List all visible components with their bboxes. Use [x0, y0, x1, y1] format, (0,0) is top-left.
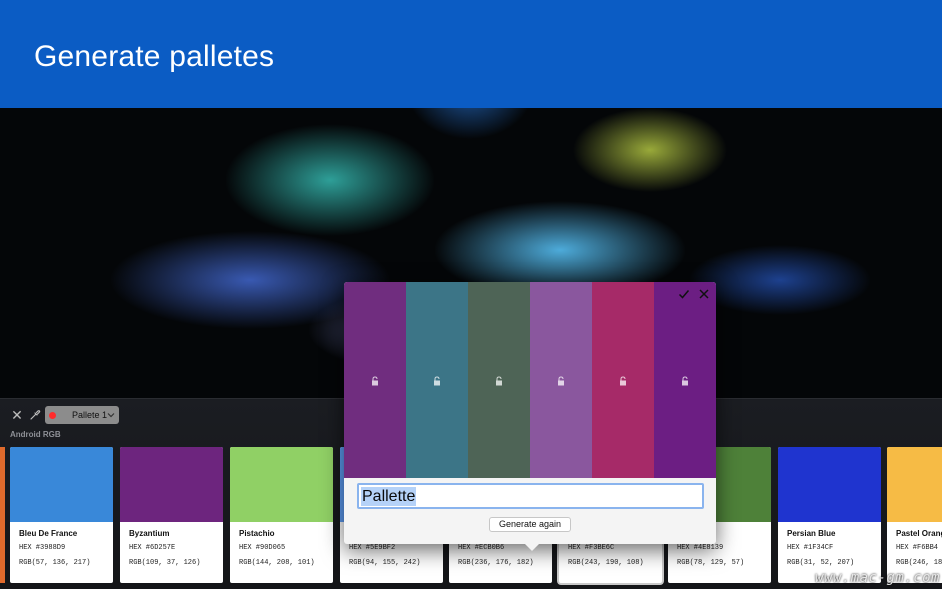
palette-color-column[interactable] — [344, 282, 406, 478]
color-rgb: RGB(78, 129, 57) — [677, 559, 745, 567]
generate-palette-dialog: Pallette Generate again — [344, 282, 716, 544]
color-swatch — [778, 447, 881, 522]
color-rgb: RGB(246, 18 — [896, 559, 942, 567]
lock-icon[interactable] — [371, 376, 379, 386]
color-name: Pastel Orang — [896, 529, 942, 538]
color-card[interactable]: Persian Blue HEX #1F34CF RGB(31, 52, 207) — [778, 447, 881, 583]
watermark: www.mac-gm.com — [814, 570, 940, 586]
close-icon[interactable]: ✕ — [11, 408, 23, 422]
color-name: Pistachio — [239, 529, 275, 538]
palette-color-column[interactable] — [406, 282, 468, 478]
color-card[interactable]: Bleu De France HEX #3988D9 RGB(57, 136, 21… — [10, 447, 113, 583]
close-icon[interactable] — [698, 288, 710, 300]
palette-color-column[interactable] — [592, 282, 654, 478]
palette-select-value: Pallete 1 — [72, 410, 108, 420]
app-window: Generate palletes ✕ Pallete 1 Android RG… — [0, 0, 942, 589]
partial-color-card[interactable] — [0, 447, 5, 583]
color-hex: HEX #6D257E — [129, 544, 176, 552]
palette-color-dot — [49, 411, 56, 419]
color-hex: HEX #F6BB4 — [896, 544, 939, 552]
palette-color-column[interactable] — [468, 282, 530, 478]
color-swatch — [887, 447, 942, 522]
color-hex: HEX #1F34CF — [787, 544, 834, 552]
color-rgb: RGB(236, 176, 182) — [458, 559, 534, 567]
color-hex: HEX #5E9BF2 — [349, 544, 396, 552]
color-rgb: RGB(57, 136, 217) — [19, 559, 91, 567]
color-rgb: RGB(109, 37, 126) — [129, 559, 201, 567]
palette-color-column[interactable] — [654, 282, 716, 478]
color-hex: HEX #4E8139 — [677, 544, 724, 552]
palette-swatches — [344, 282, 716, 478]
chevron-down-icon — [107, 413, 115, 418]
color-hex: HEX #3988D9 — [19, 544, 66, 552]
color-card[interactable]: Byzantium HEX #6D257E RGB(109, 37, 126) — [120, 447, 223, 583]
color-mode-label: Android RGB — [10, 430, 61, 439]
color-name: Byzantium — [129, 529, 170, 538]
lock-icon[interactable] — [619, 376, 627, 386]
color-hex: HEX #90D065 — [239, 544, 286, 552]
lock-icon[interactable] — [433, 376, 441, 386]
eyedropper-icon[interactable] — [29, 409, 41, 421]
header-banner: Generate palletes — [0, 0, 942, 108]
check-icon[interactable] — [678, 288, 690, 300]
color-name: Persian Blue — [787, 529, 836, 538]
color-hex: HEX #F3BE6C — [568, 544, 615, 552]
color-rgb: RGB(31, 52, 207) — [787, 559, 855, 567]
dialog-pointer — [525, 544, 539, 551]
page-title: Generate palletes — [34, 40, 275, 73]
color-hex: HEX #ECB0B6 — [458, 544, 505, 552]
color-swatch — [230, 447, 333, 522]
lock-icon[interactable] — [495, 376, 503, 386]
color-card[interactable]: Pastel Orang HEX #F6BB4 RGB(246, 18 — [887, 447, 942, 583]
palette-select[interactable]: Pallete 1 — [45, 406, 119, 424]
color-card[interactable]: Pistachio HEX #90D065 RGB(144, 208, 101) — [230, 447, 333, 583]
color-swatch — [10, 447, 113, 522]
color-name: Bleu De France — [19, 529, 78, 538]
color-rgb: RGB(243, 190, 108) — [568, 559, 644, 567]
palette-color-column[interactable] — [530, 282, 592, 478]
color-swatch — [120, 447, 223, 522]
color-rgb: RGB(144, 208, 101) — [239, 559, 315, 567]
generate-again-button[interactable]: Generate again — [489, 517, 571, 532]
lock-icon[interactable] — [557, 376, 565, 386]
palette-name-value: Pallette — [361, 487, 417, 506]
lock-icon[interactable] — [681, 376, 689, 386]
color-rgb: RGB(94, 155, 242) — [349, 559, 421, 567]
